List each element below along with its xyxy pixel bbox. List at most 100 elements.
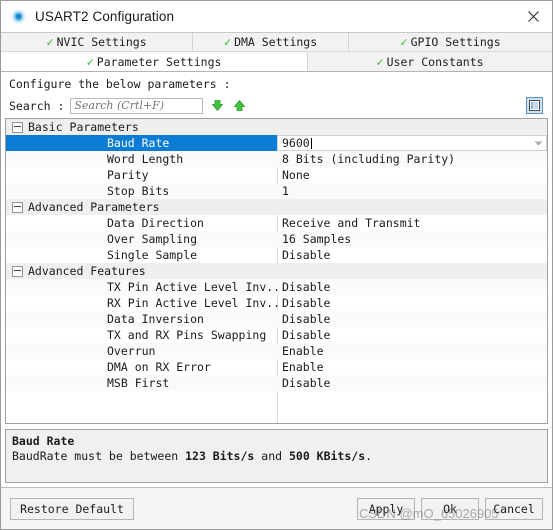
- parameter-value: 16 Samples: [282, 232, 352, 246]
- close-icon[interactable]: [520, 5, 546, 29]
- chevron-down-icon[interactable]: [530, 136, 546, 150]
- parameter-value: Receive and Transmit: [282, 216, 421, 230]
- description-prefix: BaudRate must be between: [12, 449, 186, 463]
- parameter-name: Overrun: [107, 344, 156, 358]
- parameter-name: Baud Rate: [6, 135, 277, 151]
- restore-default-button[interactable]: Restore Default: [10, 497, 134, 520]
- tree-row[interactable]: Single Sample Disable: [6, 247, 547, 263]
- check-icon: ✓: [46, 35, 54, 49]
- text-caret: [310, 137, 312, 149]
- parameter-value: 9600: [282, 136, 310, 150]
- tree-row[interactable]: TX Pin Active Level Inv... Disable: [6, 279, 547, 295]
- parameter-name: Over Sampling: [107, 232, 198, 246]
- group-collapse-icon[interactable]: [12, 265, 23, 277]
- check-icon: ✓: [223, 35, 232, 49]
- dialog-footer: Restore Default Apply Ok Cancel: [1, 487, 552, 529]
- parameter-tree[interactable]: Basic Parameters Baud Rate 9600 Word Length…: [5, 118, 548, 424]
- parameter-value: Disable: [282, 376, 331, 390]
- parameter-value-editor[interactable]: 9600: [277, 135, 547, 151]
- parameter-value: Disable: [282, 280, 331, 294]
- description-max-value: 500 KBits/s: [288, 449, 366, 463]
- parameter-value: Disable: [282, 312, 331, 326]
- parameter-value: Disable: [282, 248, 331, 262]
- tab-label: Parameter Settings: [96, 54, 222, 69]
- group-label: Advanced Features: [28, 264, 146, 278]
- cancel-button[interactable]: Cancel: [485, 497, 543, 520]
- tree-row[interactable]: RX Pin Active Level Inv... Disable: [6, 295, 547, 311]
- tab-strip: ✓ NVIC Settings ✓ DMA Settings ✓ GPIO Se…: [1, 32, 552, 72]
- tab-parameter-settings[interactable]: ✓ Parameter Settings: [1, 52, 308, 71]
- description-middle: and: [254, 449, 289, 463]
- tree-body: Basic Parameters Baud Rate 9600 Word Length…: [6, 119, 547, 391]
- parameter-value: Enable: [282, 344, 324, 358]
- description-panel: Baud Rate BaudRate must be between 123 B…: [5, 429, 548, 483]
- parameter-name: Stop Bits: [107, 184, 170, 198]
- config-module-icon: [11, 9, 26, 24]
- tab-label: GPIO Settings: [410, 35, 501, 49]
- tab-nvic-settings[interactable]: ✓ NVIC Settings: [1, 33, 193, 52]
- tree-row[interactable]: TX and RX Pins Swapping Disable: [6, 327, 547, 343]
- find-previous-icon[interactable]: [231, 98, 247, 114]
- parameter-name: MSB First: [107, 376, 170, 390]
- search-input[interactable]: [70, 97, 204, 114]
- parameter-value: 1: [282, 184, 289, 198]
- find-next-icon[interactable]: [209, 98, 225, 114]
- tree-row[interactable]: Over Sampling 16 Samples: [6, 231, 547, 247]
- title-bar: USART2 Configuration: [1, 1, 552, 32]
- check-icon: ✓: [86, 54, 94, 69]
- parameter-name: RX Pin Active Level Inv...: [107, 296, 288, 310]
- check-icon: ✓: [400, 35, 408, 49]
- tab-user-constants[interactable]: ✓ User Constants: [308, 52, 552, 71]
- parameter-value: Disable: [282, 328, 331, 342]
- tree-row[interactable]: Overrun Enable: [6, 343, 547, 359]
- configure-instruction: Configure the below parameters :: [9, 77, 231, 91]
- tree-row[interactable]: Stop Bits 1: [6, 183, 547, 199]
- tab-row-top: ✓ NVIC Settings ✓ DMA Settings ✓ GPIO Se…: [1, 33, 552, 52]
- parameter-value: Enable: [282, 360, 324, 374]
- tab-label: User Constants: [386, 54, 484, 69]
- tab-label: DMA Settings: [234, 35, 318, 49]
- parameter-name: TX and RX Pins Swapping: [107, 328, 267, 342]
- search-bar: Search :: [5, 95, 548, 118]
- parameter-name: TX Pin Active Level Inv...: [107, 280, 288, 294]
- group-collapse-icon[interactable]: [12, 201, 23, 213]
- tree-row[interactable]: Data Inversion Disable: [6, 311, 547, 327]
- parameter-name: Parity: [107, 168, 149, 182]
- tree-group-header[interactable]: Advanced Parameters: [6, 199, 547, 215]
- tree-row[interactable]: Data Direction Receive and Transmit: [6, 215, 547, 231]
- tree-group-header[interactable]: Basic Parameters: [6, 119, 547, 135]
- apply-button[interactable]: Apply: [357, 497, 415, 520]
- parameter-name: Word Length: [107, 152, 184, 166]
- description-text: BaudRate must be between 123 Bits/s and …: [12, 449, 541, 463]
- tab-label: NVIC Settings: [56, 35, 147, 49]
- tab-gpio-settings[interactable]: ✓ GPIO Settings: [349, 33, 552, 52]
- description-suffix: .: [365, 449, 373, 463]
- content-area: Configure the below parameters : Search …: [1, 72, 552, 487]
- window-title: USART2 Configuration: [35, 9, 175, 24]
- description-title: Baud Rate: [12, 434, 75, 448]
- tree-row[interactable]: Word Length 8 Bits (including Parity): [6, 151, 547, 167]
- tab-dma-settings[interactable]: ✓ DMA Settings: [193, 33, 349, 52]
- group-label: Basic Parameters: [28, 120, 139, 134]
- tree-group-header[interactable]: Advanced Features: [6, 263, 547, 279]
- ok-button[interactable]: Ok: [421, 497, 479, 520]
- parameter-name: DMA on RX Error: [107, 360, 211, 374]
- tree-row[interactable]: Parity None: [6, 167, 547, 183]
- grid-view-toggle-icon[interactable]: [526, 97, 543, 114]
- tree-row[interactable]: MSB First Disable: [6, 375, 547, 391]
- parameter-value: None: [282, 168, 310, 182]
- search-label: Search :: [9, 98, 65, 113]
- parameter-name: Single Sample: [107, 248, 198, 262]
- group-label: Advanced Parameters: [28, 200, 160, 214]
- tree-row[interactable]: Baud Rate 9600: [6, 135, 547, 151]
- usart2-configuration-dialog: USART2 Configuration ✓ NVIC Settings ✓ D…: [0, 0, 553, 530]
- group-collapse-icon[interactable]: [12, 121, 23, 133]
- parameter-name: Data Direction: [107, 216, 204, 230]
- parameter-name: Data Inversion: [107, 312, 204, 326]
- description-min-value: 123 Bits/s: [185, 449, 255, 463]
- tab-row-bottom: ✓ Parameter Settings ✓ User Constants: [1, 52, 552, 71]
- tree-row[interactable]: DMA on RX Error Enable: [6, 359, 547, 375]
- check-icon: ✓: [376, 54, 384, 69]
- parameter-value: Disable: [282, 296, 331, 310]
- parameter-value: 8 Bits (including Parity): [282, 152, 456, 166]
